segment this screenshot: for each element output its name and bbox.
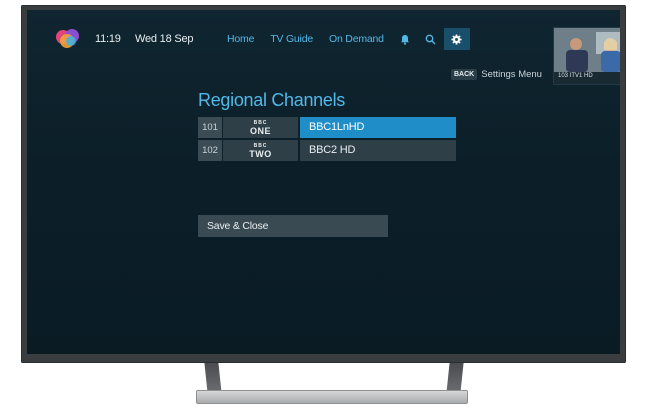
page-title: Regional Channels bbox=[198, 90, 346, 110]
regional-channel-select[interactable]: BBC1LnHD bbox=[300, 117, 456, 138]
top-nav: Home TV Guide On Demand bbox=[219, 28, 470, 50]
preview-channel-label: 103 ITV1 HD bbox=[558, 73, 593, 79]
nav-tv-guide[interactable]: TV Guide bbox=[262, 28, 321, 50]
brand-logo-icon bbox=[56, 29, 79, 48]
gear-icon[interactable] bbox=[443, 28, 470, 50]
tv-stand-left bbox=[204, 363, 222, 393]
channel-number: 101 bbox=[198, 117, 222, 138]
tv-screen: 11:19 Wed 18 Sep Home TV Guide On Demand bbox=[27, 10, 620, 354]
date: Wed 18 Sep bbox=[135, 33, 194, 45]
channel-logo-name: TWO bbox=[249, 148, 272, 159]
nav-on-demand[interactable]: On Demand bbox=[321, 28, 392, 50]
clock: 11:19 bbox=[95, 33, 121, 45]
channel-logo-name: ONE bbox=[249, 125, 271, 136]
search-icon[interactable] bbox=[418, 28, 444, 50]
channel-row: 102 BBC TWO BBC2 HD bbox=[198, 140, 456, 161]
regional-channel-select[interactable]: BBC2 HD bbox=[300, 140, 456, 161]
bbc-two-logo-icon: BBC TWO bbox=[223, 140, 298, 161]
back-key-badge: BACK bbox=[451, 69, 478, 80]
bell-icon[interactable] bbox=[392, 28, 418, 50]
tv-stand-right bbox=[446, 363, 464, 393]
live-preview[interactable]: 103 ITV1 HD bbox=[553, 27, 620, 85]
back-hint: BACK Settings Menu bbox=[451, 69, 542, 80]
channel-number: 102 bbox=[198, 140, 222, 161]
bbc-one-logo-icon: BBC ONE bbox=[223, 117, 298, 138]
nav-home[interactable]: Home bbox=[219, 28, 262, 50]
back-hint-text: Settings Menu bbox=[481, 69, 542, 80]
save-close-button[interactable]: Save & Close bbox=[198, 215, 388, 237]
channel-row: 101 BBC ONE BBC1LnHD bbox=[198, 117, 456, 138]
preview-image bbox=[554, 28, 620, 72]
tv-stand-base bbox=[196, 390, 468, 404]
